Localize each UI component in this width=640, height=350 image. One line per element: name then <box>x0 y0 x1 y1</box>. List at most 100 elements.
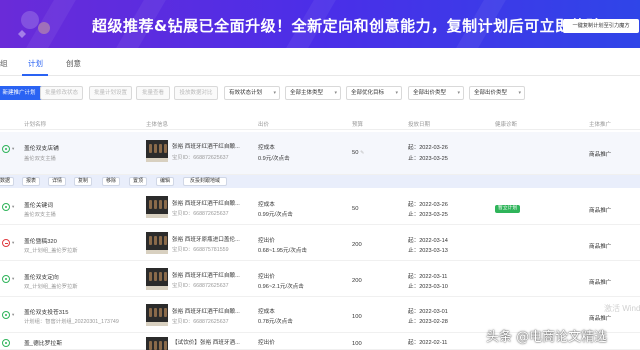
batch-status-button[interactable]: 批量修改状态 <box>40 86 83 100</box>
status-toggle[interactable] <box>2 275 10 283</box>
optimize-goal-select[interactable]: 全部优化目标 ▾ <box>346 86 402 100</box>
action-data[interactable]: 数据 <box>0 177 14 186</box>
chevron-down-icon[interactable]: ▾ <box>12 204 14 210</box>
chevron-down-icon: ▾ <box>334 90 337 96</box>
toutiao-watermark: 头条 @电商论文精选 <box>486 330 608 345</box>
col-promo-type: 主体推广 <box>589 122 612 128</box>
col-budget: 预算 <box>352 122 364 128</box>
bid-amount[interactable]: 0.96~2.1元/次点击 <box>258 282 304 290</box>
bid-amount[interactable]: 0.78元/次点击 <box>258 317 293 325</box>
product-thumbnail <box>146 268 168 290</box>
health-badge[interactable]: 暂立计划 <box>495 205 521 213</box>
tab-plan[interactable]: 计划 <box>28 58 43 69</box>
table-row[interactable]: ▾ 盖伦双支定向 双_计划组_盖伦罗拉斯 张裕 西班牙红酒干红自酿... 宝贝I… <box>0 261 640 297</box>
promo-type: 商品推广 <box>589 152 612 158</box>
budget-value[interactable]: 50 ✎ <box>352 150 364 156</box>
plan-group: 盖伦双支主播 <box>24 212 56 218</box>
plan-name[interactable]: 盖伦关键词 <box>24 200 53 209</box>
bid-type: 控出价 <box>258 340 275 346</box>
status-toggle[interactable] <box>2 339 10 347</box>
plan-group: 双_计划组_盖伦罗拉斯 <box>24 248 78 254</box>
table-row[interactable]: ▾ 盖伦关键词 盖伦双支主播 张裕 西班牙红酒干红自酿... 宝贝ID：6688… <box>0 188 640 225</box>
batch-settings-button[interactable]: 批量计划设置 <box>89 86 132 100</box>
date-start: 起：2022-03-01 <box>408 309 448 315</box>
product-id: 宝贝ID：668872625637 <box>172 319 229 325</box>
plan-name[interactable]: 盖_德比罗拉斯 <box>24 338 62 347</box>
status-filter-select[interactable]: 有效状态计划 ▾ <box>224 86 280 100</box>
status-toggle[interactable] <box>2 145 10 153</box>
budget-value[interactable]: 200 <box>352 278 362 284</box>
col-bid: 出价 <box>258 122 270 128</box>
chevron-down-icon[interactable]: ▾ <box>12 146 14 152</box>
product-id: 宝贝ID：668872625637 <box>172 283 229 289</box>
product-id: 宝贝ID：668872625637 <box>172 211 229 217</box>
new-plan-button[interactable]: 新建推广计划 <box>0 86 44 100</box>
promo-type: 商品推广 <box>589 316 612 322</box>
date-end: 止：2023-03-25 <box>408 156 448 162</box>
plan-group: 盖伦双支主播 <box>24 156 56 162</box>
status-toggle[interactable] <box>2 239 10 247</box>
action-region[interactable]: 反投封跟地域 <box>183 177 227 186</box>
bid-amount[interactable]: 0.9元/次点击 <box>258 154 290 162</box>
windows-activation-watermark: 激活 Windows <box>604 304 640 313</box>
promo-banner: 超级推荐&钻展已全面升级！全新定向和创意能力，复制计划后可立即体验！ 一键复制计… <box>0 0 640 48</box>
plan-name[interactable]: 盖伦双支定向 <box>24 272 59 281</box>
product-title[interactable]: 张裕 西班牙红酒干红自酿... <box>172 271 240 279</box>
status-toggle[interactable] <box>2 203 10 211</box>
table-row[interactable]: ▾ 盖伦暨稿320 双_计划组_盖伦罗拉斯 张裕 西班牙原瓶进口盖伦... 宝贝… <box>0 225 640 261</box>
plan-name[interactable]: 盖伦双支店铺 <box>24 143 59 152</box>
chevron-down-icon[interactable]: ▾ <box>12 240 14 246</box>
edit-icon[interactable]: ✎ <box>360 150 364 156</box>
banner-headline: 超级推荐&钻展已全面升级！全新定向和创意能力，复制计划后可立即体验！ <box>92 17 618 35</box>
data-compare-button[interactable]: 投放数据对比 <box>174 86 218 100</box>
action-remove[interactable]: 移除 <box>102 177 120 186</box>
action-edit[interactable]: 编辑 <box>156 177 174 186</box>
plan-name[interactable]: 盖伦双支投苍315 <box>24 307 68 316</box>
plan-name[interactable]: 盖伦暨稿320 <box>24 236 57 245</box>
date-start: 起：2022-02-11 <box>408 340 448 346</box>
promo-type: 商品推广 <box>589 280 612 286</box>
copy-plan-button[interactable]: 一键复制计划至引力魔方 <box>563 19 639 33</box>
product-title[interactable]: 张裕 西班牙原瓶进口盖伦... <box>172 235 240 243</box>
bid-type-label: 全部出价类型 <box>413 90 447 96</box>
bid-type-select[interactable]: 全部出价类型 ▾ <box>408 86 464 100</box>
chevron-down-icon: ▾ <box>518 90 521 96</box>
budget-value[interactable]: 50 <box>352 206 358 212</box>
action-copy[interactable]: 复制 <box>74 177 92 186</box>
status-toggle[interactable] <box>2 311 10 319</box>
bid-amount[interactable]: 0.68~1.95元/次点击 <box>258 246 307 254</box>
bid-type: 控成本 <box>258 202 275 208</box>
date-end: 止：2023-02-28 <box>408 319 448 325</box>
chevron-down-icon[interactable]: ▾ <box>12 312 14 318</box>
date-end: 止：2023-03-10 <box>408 284 448 290</box>
budget-value[interactable]: 100 <box>352 341 362 347</box>
budget-value[interactable]: 200 <box>352 242 362 248</box>
chevron-down-icon: ▾ <box>395 90 398 96</box>
product-title[interactable]: 张裕 西班牙红酒干红自酿... <box>172 142 240 150</box>
optimize-goal-label: 全部优化目标 <box>351 90 385 96</box>
chevron-down-icon[interactable]: ▾ <box>12 276 14 282</box>
product-title[interactable]: 张裕 西班牙红酒干红自酿... <box>172 199 240 207</box>
bid-amount[interactable]: 0.99元/次点击 <box>258 210 293 218</box>
tab-bar: 组 计划 创意 <box>0 52 640 76</box>
bid-type: 控出价 <box>258 274 275 280</box>
product-title[interactable]: 【试饮价】张裕 西班牙酒... <box>172 338 240 346</box>
action-pin[interactable]: 置顶 <box>129 177 147 186</box>
bid-type-label-2: 全部出价类型 <box>474 90 508 96</box>
budget-value[interactable]: 100 <box>352 314 362 320</box>
batch-view-button[interactable]: 批量查看 <box>136 86 170 100</box>
date-end: 止：2023-03-13 <box>408 248 448 254</box>
tab-creative[interactable]: 创意 <box>66 58 81 69</box>
tab-group[interactable]: 组 <box>0 58 8 69</box>
plan-group: 计划组：智窖计划组_20220301_173749 <box>24 319 119 325</box>
bid-type-select-2[interactable]: 全部出价类型 ▾ <box>469 86 525 100</box>
product-id: 宝贝ID：668872625637 <box>172 155 229 161</box>
date-start: 起：2022-03-26 <box>408 145 448 151</box>
chevron-down-icon: ▾ <box>273 90 276 96</box>
table-row[interactable]: ▾ 盖伦双支店铺 盖伦双支主播 张裕 西班牙红酒干红自酿... 宝贝ID：668… <box>0 132 640 175</box>
bid-type: 控出价 <box>258 238 275 244</box>
product-title[interactable]: 张裕 西班牙红酒干红自酿... <box>172 307 240 315</box>
action-detail[interactable]: 详情 <box>48 177 66 186</box>
action-report[interactable]: 报表 <box>22 177 40 186</box>
subject-type-select[interactable]: 全部主体类型 ▾ <box>285 86 341 100</box>
